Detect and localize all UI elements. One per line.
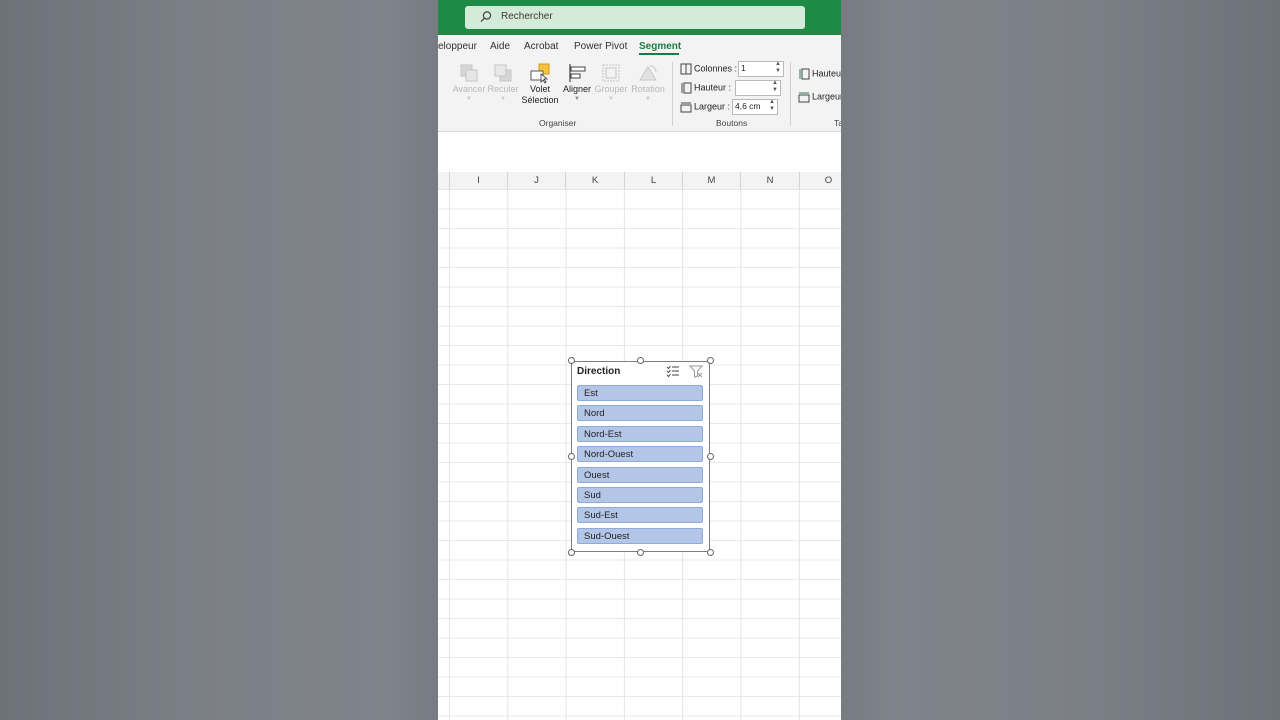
grouper-button[interactable]: Grouper ▼ <box>594 62 628 103</box>
slicer-item-nord-est[interactable]: Nord-Est <box>577 426 703 442</box>
aligner-button[interactable]: Aligner ▼ <box>560 62 594 103</box>
taille-group-label: Ta <box>834 118 841 128</box>
column-header-k[interactable]: K <box>566 172 625 189</box>
reculer-button[interactable]: Reculer ▼ <box>486 62 520 103</box>
organiser-group-label: Organiser <box>539 118 577 128</box>
rotation-label: Rotation <box>631 84 665 94</box>
taille-largeur-label[interactable]: Largeur <box>798 91 841 103</box>
slicer-title: Direction <box>577 366 621 377</box>
height-icon <box>681 82 692 94</box>
rotate-icon <box>639 65 657 81</box>
colonnes-value: 1 <box>741 63 746 73</box>
hauteur-field-label: Hauteur : <box>680 82 731 94</box>
chevron-down-icon: ▼ <box>574 96 580 102</box>
largeur-value: 4,6 cm <box>735 101 761 111</box>
multi-select-icon[interactable] <box>666 364 680 378</box>
tab-power-pivot[interactable]: Power Pivot <box>574 41 627 52</box>
slicer-direction[interactable]: Direction Est Nord Nord-Est Nord-Ouest O… <box>571 361 710 552</box>
group-icon <box>602 64 620 82</box>
chevron-down-icon: ▼ <box>608 96 614 102</box>
resize-handle-top-left[interactable] <box>568 357 575 364</box>
column-header-m[interactable]: M <box>683 172 741 189</box>
boutons-group-label: Boutons <box>716 118 748 128</box>
column-header-l[interactable]: L <box>625 172 683 189</box>
active-tab-indicator <box>639 53 679 55</box>
largeur-input[interactable]: 4,6 cm ▲ ▼ <box>732 99 778 115</box>
colonnes-input[interactable]: 1 ▲ ▼ <box>738 61 784 77</box>
tab-aide[interactable]: Aide <box>490 41 510 52</box>
columns-icon <box>680 63 692 75</box>
clear-filter-icon[interactable] <box>689 364 703 378</box>
slicer-item-ouest[interactable]: Ouest <box>577 467 703 483</box>
hauteur-label: Hauteur : <box>694 82 732 93</box>
largeur-label: Largeur : <box>694 101 731 112</box>
resize-handle-left[interactable] <box>568 453 575 460</box>
colonnes-label: Colonnes : <box>694 63 738 74</box>
formula-bar-area <box>438 132 841 173</box>
spinner-arrows-icon[interactable]: ▲ ▼ <box>775 61 781 75</box>
volet-label: Volet <box>529 84 551 94</box>
tab-developpeur[interactable]: eloppeur <box>438 41 477 52</box>
excel-window: Rechercher eloppeur Aide Acrobat Power P… <box>438 0 841 720</box>
resize-handle-top[interactable] <box>637 357 644 364</box>
width-icon <box>680 102 692 113</box>
colonnes-field-label: Colonnes : <box>680 63 737 75</box>
column-header-partial[interactable] <box>438 172 450 189</box>
grouper-label: Grouper <box>594 84 628 94</box>
selection-label: Sélection <box>521 95 559 105</box>
title-bar: Rechercher <box>438 0 841 35</box>
chevron-down-icon: ▼ <box>645 96 651 102</box>
aligner-label: Aligner <box>562 84 591 94</box>
slicer-item-nord-ouest[interactable]: Nord-Ouest <box>577 446 703 462</box>
spinner-arrows-icon[interactable]: ▲ ▼ <box>772 80 778 94</box>
ribbon: Avancer ▼ Reculer ▼ Volet Sélection Alig… <box>438 58 841 152</box>
tab-segment[interactable]: Segment <box>639 41 681 52</box>
align-icon <box>569 64 586 82</box>
send-backward-icon <box>494 64 512 82</box>
tab-acrobat[interactable]: Acrobat <box>524 41 558 52</box>
slicer-item-nord[interactable]: Nord <box>577 405 703 421</box>
chevron-down-icon: ▼ <box>500 96 506 102</box>
avancer-label: Avancer <box>452 84 486 94</box>
chevron-down-icon: ▼ <box>466 96 472 102</box>
largeur-field-label: Largeur : <box>680 101 730 113</box>
resize-handle-bottom-left[interactable] <box>568 549 575 556</box>
slicer-item-sud[interactable]: Sud <box>577 487 703 503</box>
search-icon <box>480 11 492 23</box>
taille-largeur-text: Largeur <box>812 91 841 102</box>
bring-forward-icon <box>460 64 478 82</box>
resize-handle-bottom[interactable] <box>637 549 644 556</box>
column-header-j[interactable]: J <box>508 172 566 189</box>
slicer-item-sud-est[interactable]: Sud-Est <box>577 507 703 523</box>
slicer-item-est[interactable]: Est <box>577 385 703 401</box>
rotation-button[interactable]: Rotation ▼ <box>628 62 668 103</box>
avancer-button[interactable]: Avancer ▼ <box>452 62 486 103</box>
resize-handle-bottom-right[interactable] <box>707 549 714 556</box>
group-separator <box>672 62 673 126</box>
spinner-arrows-icon[interactable]: ▲ ▼ <box>769 99 775 113</box>
volet-selection-button[interactable]: Volet Sélection <box>520 62 560 106</box>
height-icon <box>799 68 810 80</box>
column-header-n[interactable]: N <box>741 172 800 189</box>
search-placeholder: Rechercher <box>501 11 553 22</box>
column-header-i[interactable]: I <box>450 172 508 189</box>
taille-hauteur-label[interactable]: Hauteu <box>798 68 841 80</box>
selection-pane-icon <box>530 63 550 84</box>
column-headers: I J K L M N O <box>438 172 841 190</box>
resize-handle-right[interactable] <box>707 453 714 460</box>
slicer-item-sud-ouest[interactable]: Sud-Ouest <box>577 528 703 544</box>
resize-handle-top-right[interactable] <box>707 357 714 364</box>
hauteur-input[interactable]: ▲ ▼ <box>735 80 781 96</box>
width-icon <box>798 92 810 103</box>
taille-hauteur-text: Hauteu <box>812 68 841 79</box>
search-box[interactable]: Rechercher <box>465 6 805 29</box>
group-separator <box>790 62 791 126</box>
reculer-label: Reculer <box>487 84 519 94</box>
column-header-o[interactable]: O <box>800 172 841 189</box>
